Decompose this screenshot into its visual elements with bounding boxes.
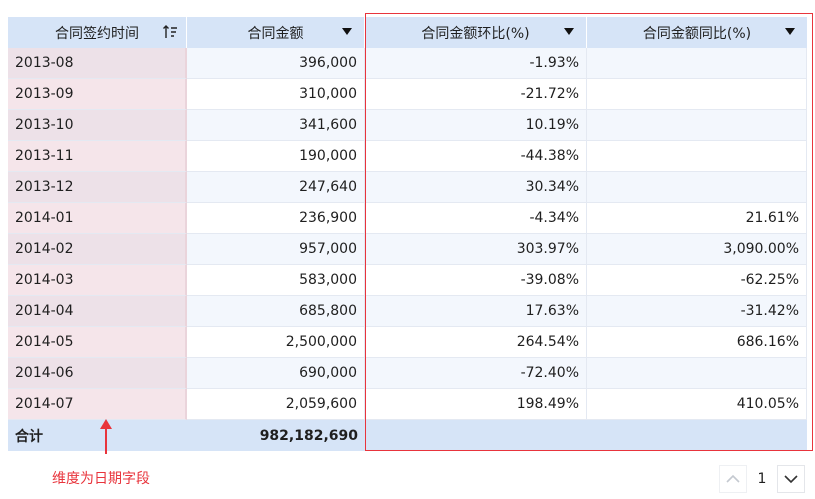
cell-amount: 341,600 [187, 110, 365, 141]
cell-amount: 690,000 [187, 358, 365, 389]
cell-date: 2014-04 [8, 296, 187, 327]
cell-mom: 30.34% [365, 172, 587, 203]
header-label: 合同金额同比(%) [642, 25, 752, 42]
cell-amount: 957,000 [187, 234, 365, 265]
cell-mom: -4.34% [365, 203, 587, 234]
total-yoy [587, 420, 807, 451]
cell-date: 2013-12 [8, 172, 187, 203]
prev-page-button[interactable] [719, 465, 747, 493]
cell-date: 2014-02 [8, 234, 187, 265]
cell-yoy: 686.16% [587, 327, 807, 358]
cell-date: 2014-06 [8, 358, 187, 389]
dropdown-icon[interactable] [785, 28, 795, 35]
header-yoy[interactable]: 合同金额同比(%) [587, 17, 807, 48]
chevron-down-icon [784, 475, 798, 484]
cell-mom: -39.08% [365, 265, 587, 296]
cell-date: 2013-08 [8, 48, 187, 79]
cell-amount: 247,640 [187, 172, 365, 203]
cell-mom: -44.38% [365, 141, 587, 172]
dropdown-icon[interactable] [342, 28, 352, 35]
header-contract-amount[interactable]: 合同金额 [187, 17, 365, 48]
annotation-text: 维度为日期字段 [52, 471, 150, 487]
total-label: 合计 [8, 420, 187, 451]
cell-yoy: 3,090.00% [587, 234, 807, 265]
cell-mom: -72.40% [365, 358, 587, 389]
cell-yoy [587, 141, 807, 172]
cell-amount: 190,000 [187, 141, 365, 172]
cell-date: 2013-11 [8, 141, 187, 172]
cell-amount: 685,800 [187, 296, 365, 327]
cell-date: 2014-03 [8, 265, 187, 296]
cell-yoy [587, 358, 807, 389]
cell-yoy: 21.61% [587, 203, 807, 234]
cell-mom: -1.93% [365, 48, 587, 79]
cell-date: 2013-09 [8, 79, 187, 110]
arrow-line [105, 428, 107, 454]
cell-amount: 310,000 [187, 79, 365, 110]
cell-mom: 10.19% [365, 110, 587, 141]
pagination: 1 [719, 465, 805, 493]
cell-mom: 198.49% [365, 389, 587, 420]
data-table: 合同签约时间 合同金额 合同金额环比(%) 合同金额同比(%) [8, 17, 807, 48]
header-label: 合同金额环比(%) [421, 25, 530, 42]
cell-yoy [587, 48, 807, 79]
cell-amount: 2,500,000 [187, 327, 365, 358]
cell-date: 2014-01 [8, 203, 187, 234]
dropdown-icon[interactable] [564, 28, 574, 35]
header-contract-date[interactable]: 合同签约时间 [8, 17, 187, 48]
cell-yoy: 410.05% [587, 389, 807, 420]
cell-date: 2014-05 [8, 327, 187, 358]
cell-amount: 236,900 [187, 203, 365, 234]
header-label: 合同金额 [247, 25, 304, 42]
cell-date: 2013-10 [8, 110, 187, 141]
cell-yoy [587, 110, 807, 141]
total-mom [365, 420, 587, 451]
cell-yoy: -62.25% [587, 265, 807, 296]
cell-amount: 2,059,600 [187, 389, 365, 420]
next-page-button[interactable] [777, 465, 805, 493]
cell-date: 2014-07 [8, 389, 187, 420]
header-label: 合同签约时间 [55, 25, 139, 42]
sort-icon[interactable] [162, 24, 178, 40]
cell-mom: 264.54% [365, 327, 587, 358]
cell-mom: 303.97% [365, 234, 587, 265]
cell-amount: 583,000 [187, 265, 365, 296]
chevron-up-icon [726, 474, 740, 483]
header-mom[interactable]: 合同金额环比(%) [365, 17, 587, 48]
total-amount: 982,182,690 [187, 420, 365, 451]
cell-yoy: -31.42% [587, 296, 807, 327]
cell-mom: 17.63% [365, 296, 587, 327]
cell-amount: 396,000 [187, 48, 365, 79]
cell-mom: -21.72% [365, 79, 587, 110]
cell-yoy [587, 172, 807, 203]
page-number: 1 [757, 471, 767, 487]
table-body: 2013-08 396,000 -1.93% 2013-09 310,000 -21.72… [8, 48, 807, 451]
cell-yoy [587, 79, 807, 110]
